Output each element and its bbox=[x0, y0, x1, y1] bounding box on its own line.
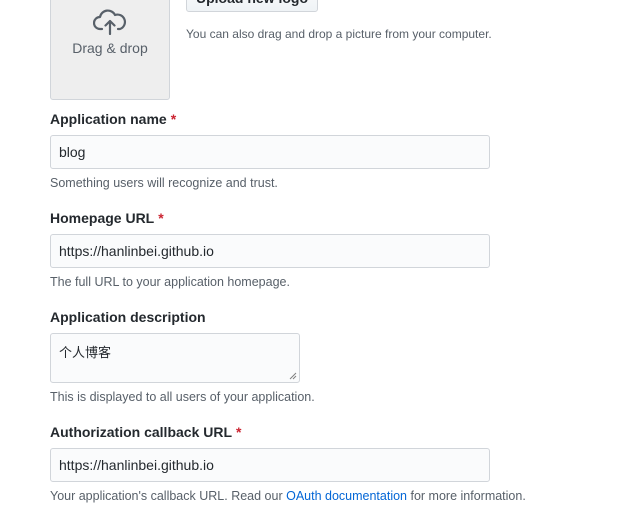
resize-grip-icon[interactable] bbox=[288, 371, 297, 380]
app-name-note: Something users will recognize and trust… bbox=[50, 176, 278, 190]
required-marker: * bbox=[158, 210, 164, 226]
homepage-url-note: The full URL to your application homepag… bbox=[50, 275, 290, 289]
app-name-input[interactable]: blog bbox=[50, 135, 490, 169]
description-textarea[interactable]: 个人博客 bbox=[50, 333, 300, 383]
required-marker: * bbox=[236, 424, 242, 440]
required-marker: * bbox=[170, 111, 177, 127]
drag-drop-label: Drag & drop bbox=[72, 40, 148, 56]
app-name-label: Application name * bbox=[50, 111, 177, 127]
upload-logo-button[interactable]: Upload new logo bbox=[186, 0, 318, 12]
logo-drop-zone[interactable]: Drag & drop bbox=[50, 0, 170, 100]
cloud-upload-icon bbox=[93, 9, 127, 35]
description-note: This is displayed to all users of your a… bbox=[50, 390, 315, 404]
callback-url-note: Your application's callback URL. Read ou… bbox=[50, 489, 526, 503]
callback-url-input[interactable]: https://hanlinbei.github.io bbox=[50, 448, 490, 482]
upload-note: You can also drag and drop a picture fro… bbox=[186, 27, 492, 41]
homepage-url-input[interactable]: https://hanlinbei.github.io bbox=[50, 234, 490, 268]
homepage-url-label: Homepage URL * bbox=[50, 210, 164, 226]
oauth-documentation-link[interactable]: OAuth documentation bbox=[286, 489, 407, 503]
description-value: 个人博客 bbox=[59, 346, 112, 361]
description-label: Application description bbox=[50, 309, 206, 325]
callback-url-label: Authorization callback URL * bbox=[50, 424, 242, 440]
